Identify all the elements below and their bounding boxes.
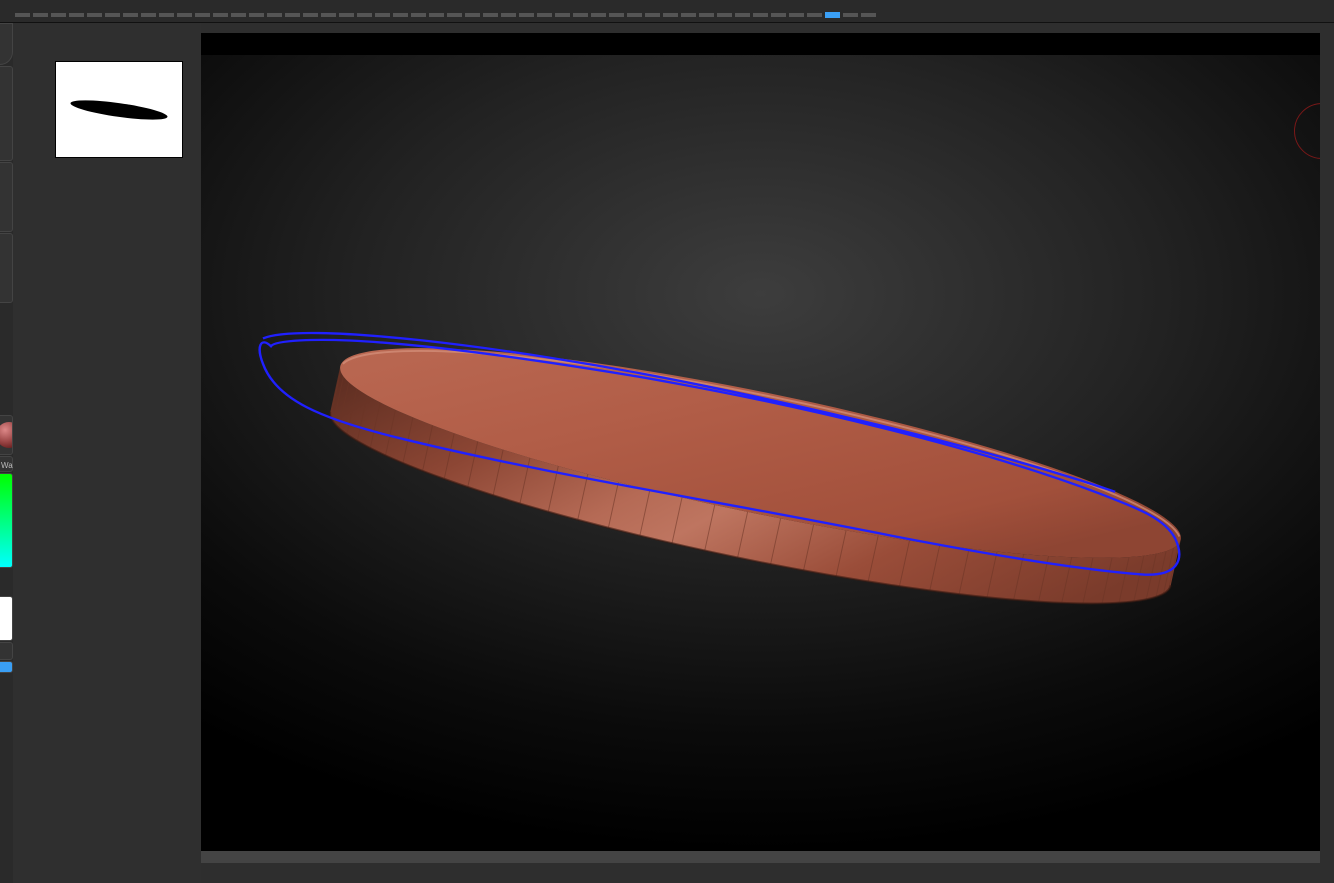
main-area: Wax bbox=[0, 23, 1334, 883]
timeline-tick[interactable] bbox=[807, 13, 822, 17]
timeline-tick[interactable] bbox=[483, 13, 498, 17]
timeline-tick[interactable] bbox=[33, 13, 48, 17]
color-swatch-white[interactable] bbox=[0, 596, 13, 641]
timeline-tick[interactable] bbox=[501, 13, 516, 17]
material-preview[interactable] bbox=[0, 415, 13, 455]
timeline-tick[interactable] bbox=[339, 13, 354, 17]
left-panel bbox=[13, 23, 201, 883]
timeline-tick[interactable] bbox=[285, 13, 300, 17]
timeline-ruler[interactable] bbox=[15, 12, 876, 18]
material-sphere-icon bbox=[0, 422, 13, 448]
timeline-tick[interactable] bbox=[177, 13, 192, 17]
timeline-tick[interactable] bbox=[681, 13, 696, 17]
timeline-tick[interactable] bbox=[699, 13, 714, 17]
timeline-tick[interactable] bbox=[753, 13, 768, 17]
timeline-tick[interactable] bbox=[789, 13, 804, 17]
top-bar bbox=[0, 0, 1334, 23]
timeline-tick[interactable] bbox=[159, 13, 174, 17]
color-swatch-dark[interactable] bbox=[0, 642, 13, 660]
timeline-tick[interactable] bbox=[267, 13, 282, 17]
timeline-tick[interactable] bbox=[249, 13, 264, 17]
viewport-3d[interactable] bbox=[201, 33, 1320, 851]
timeline-tick[interactable] bbox=[537, 13, 552, 17]
timeline-tick[interactable] bbox=[51, 13, 66, 17]
horizontal-scrollbar[interactable] bbox=[201, 851, 1320, 863]
timeline-tick[interactable] bbox=[573, 13, 588, 17]
timeline-tick[interactable] bbox=[231, 13, 246, 17]
timeline-tick[interactable] bbox=[105, 13, 120, 17]
viewport-container bbox=[201, 23, 1334, 883]
timeline-tick[interactable] bbox=[429, 13, 444, 17]
viewport-canvas bbox=[201, 55, 1320, 851]
timeline-tick[interactable] bbox=[645, 13, 660, 17]
timeline-tick[interactable] bbox=[393, 13, 408, 17]
timeline-tick[interactable] bbox=[825, 12, 840, 18]
timeline-tick[interactable] bbox=[555, 13, 570, 17]
material-label-slot[interactable]: Wax bbox=[0, 456, 13, 472]
tool-slot[interactable] bbox=[0, 66, 13, 161]
timeline-tick[interactable] bbox=[519, 13, 534, 17]
timeline-tick[interactable] bbox=[771, 13, 786, 17]
timeline-tick[interactable] bbox=[195, 13, 210, 17]
color-gradient-picker[interactable] bbox=[0, 473, 13, 568]
timeline-tick[interactable] bbox=[69, 13, 84, 17]
timeline-tick[interactable] bbox=[15, 13, 30, 17]
timeline-tick[interactable] bbox=[303, 13, 318, 17]
timeline-tick[interactable] bbox=[609, 13, 624, 17]
timeline-tick[interactable] bbox=[735, 13, 750, 17]
timeline-tick[interactable] bbox=[717, 13, 732, 17]
tool-slot[interactable] bbox=[0, 23, 13, 65]
timeline-tick[interactable] bbox=[141, 13, 156, 17]
timeline-tick[interactable] bbox=[843, 13, 858, 17]
timeline-tick[interactable] bbox=[465, 13, 480, 17]
timeline-tick[interactable] bbox=[627, 13, 642, 17]
timeline-tick[interactable] bbox=[861, 13, 876, 17]
timeline-tick[interactable] bbox=[321, 13, 336, 17]
timeline-tick[interactable] bbox=[87, 13, 102, 17]
color-swatch-blue[interactable] bbox=[0, 661, 13, 673]
timeline-tick[interactable] bbox=[375, 13, 390, 17]
timeline-tick[interactable] bbox=[447, 13, 462, 17]
tool-slot[interactable] bbox=[0, 233, 13, 303]
timeline-tick[interactable] bbox=[591, 13, 606, 17]
tool-slot[interactable] bbox=[0, 162, 13, 232]
thumbnail-silhouette-icon bbox=[56, 62, 182, 157]
left-tool-column: Wax bbox=[0, 23, 13, 883]
timeline-tick[interactable] bbox=[123, 13, 138, 17]
timeline-tick[interactable] bbox=[411, 13, 426, 17]
app-root: Wax bbox=[0, 0, 1334, 883]
timeline-tick[interactable] bbox=[213, 13, 228, 17]
timeline-tick[interactable] bbox=[357, 13, 372, 17]
timeline-tick[interactable] bbox=[663, 13, 678, 17]
thumbnail[interactable] bbox=[55, 61, 183, 158]
